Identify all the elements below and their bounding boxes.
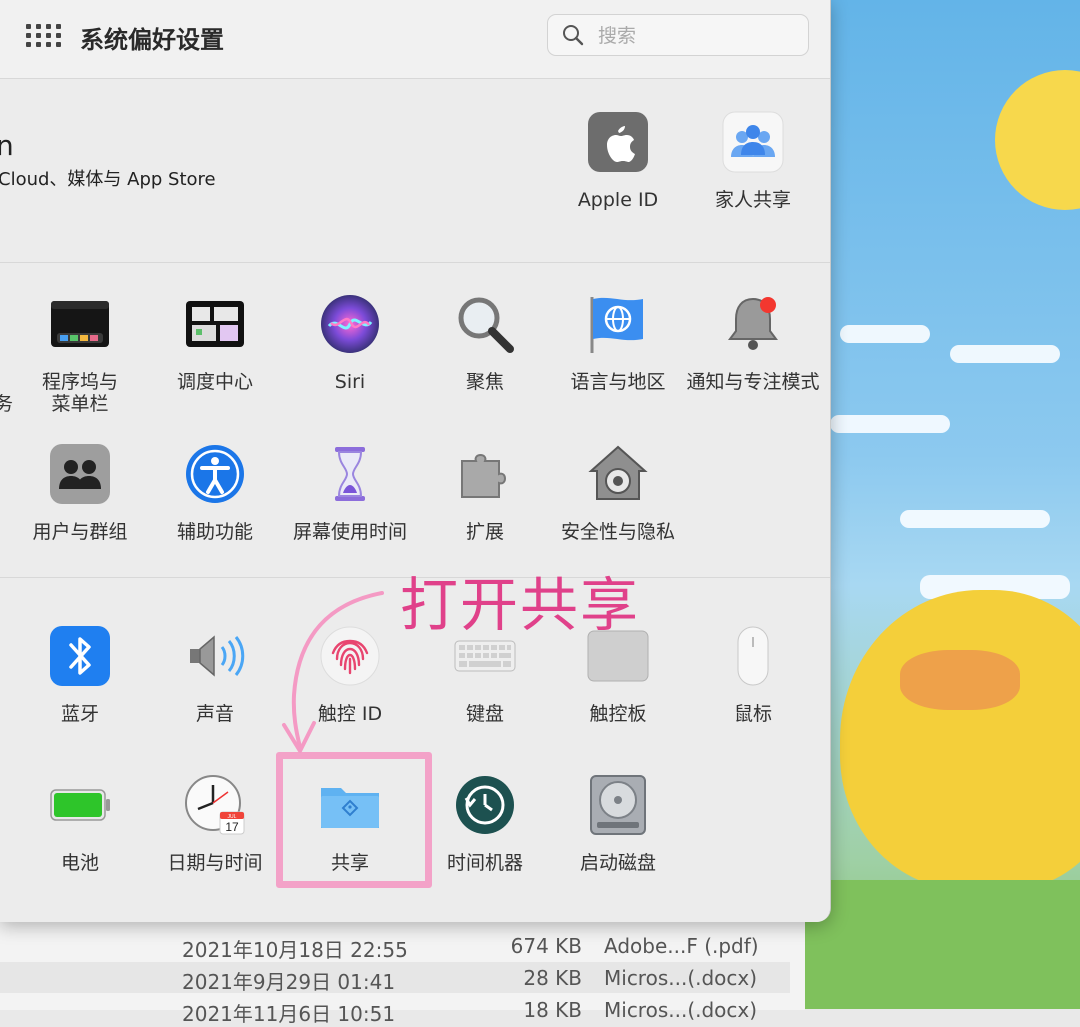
window-title: 系统偏好设置 [80,26,224,54]
pref-label: 聚焦 [465,371,504,393]
pref-family-sharing[interactable]: 家人共享 [688,111,818,211]
wallpaper-sun [995,70,1080,210]
wallpaper-duck-beak [900,650,1020,710]
pref-sound[interactable]: 声音 [150,625,280,725]
file-size: 674 KB [510,934,582,958]
account-name: n [0,129,14,162]
pref-mouse[interactable]: 鼠标 [688,625,818,725]
search-box[interactable] [547,14,809,56]
pref-battery[interactable]: 电池 [15,774,145,874]
pref-security-privacy[interactable]: 安全性与隐私 [553,443,683,543]
search-input[interactable] [596,21,800,51]
pref-label: 触控板 [589,703,647,725]
siri-icon [321,295,379,353]
mission-control-icon [186,301,244,347]
pref-label: 调度中心 [176,371,253,393]
pref-label: 时间机器 [446,852,523,874]
pref-label: 声音 [195,703,234,725]
speaker-icon [190,635,245,677]
pref-label: 通知与专注模式 [686,371,820,393]
pref-label: 日期与时间 [167,852,263,874]
time-machine-icon [456,776,514,834]
pref-label: 键盘 [465,703,504,725]
file-size: 18 KB [523,998,582,1022]
pref-label: 安全性与隐私 [560,521,675,543]
account-section: n Cloud、媒体与 App Store Apple ID 家人共享 [0,79,830,263]
dock-icon [51,301,109,347]
account-subtitle: Cloud、媒体与 App Store [0,169,216,190]
finder-file-list: 2021年10月18日 22:55 674 KB Adobe...F (.pdf… [0,920,805,1026]
pref-date-time[interactable]: JUL 17 日期与时间 [150,774,280,874]
bluetooth-icon [50,626,110,686]
wallpaper-cloud [950,345,1060,363]
pref-label: 蓝牙 [60,703,99,725]
pref-label: 扩展 [465,521,504,543]
hourglass-icon [335,447,365,501]
file-row[interactable]: 2021年9月29日 01:41 28 KB Micros...(.docx) [0,962,790,994]
wallpaper-grass [800,880,1080,1009]
pref-bluetooth[interactable]: 蓝牙 [15,625,145,725]
bell-icon [728,297,778,350]
pref-time-machine[interactable]: 时间机器 [420,774,550,874]
calendar-day: 17 [225,820,239,834]
clock-icon: JUL 17 [185,775,245,835]
pref-language-region[interactable]: 语言与地区 [553,293,683,393]
file-kind: Micros...(.docx) [604,966,758,990]
file-row[interactable]: 2021年11月6日 10:51 18 KB Micros...(.docx) [0,994,790,1026]
file-kind: Adobe...F (.pdf) [604,934,759,958]
apple-id-icon [588,112,648,172]
desktop-wallpaper [800,0,1080,1009]
pref-notifications-focus[interactable]: 通知与专注模式 [686,293,820,393]
wallpaper-duck [840,590,1080,890]
users-icon [50,444,110,504]
show-all-grid-icon[interactable] [26,24,61,48]
file-date: 2021年9月29日 01:41 [182,970,396,994]
annotation-arrow-icon [282,591,384,753]
file-row[interactable]: 2021年10月18日 22:55 674 KB Adobe...F (.pdf… [0,930,790,962]
pref-label: 程序坞与 菜单栏 [41,371,118,415]
clipped-label: 务 [0,389,13,416]
pref-siri[interactable]: Siri [285,293,415,393]
file-date: 2021年11月6日 10:51 [182,1002,396,1026]
preferences-section-general: 务 程序坞与 菜单栏 调度中心 [0,263,830,578]
house-lock-icon [588,445,648,500]
titlebar: 系统偏好设置 [0,0,830,79]
pref-label: 辅助功能 [176,521,253,543]
pref-label: 用户与群组 [32,521,128,543]
file-date: 2021年10月18日 22:55 [182,938,408,962]
pref-label: Apple ID [577,189,659,211]
pref-accessibility[interactable]: 辅助功能 [150,443,280,543]
annotation-highlight-box [276,752,432,888]
wallpaper-cloud [830,415,950,433]
wallpaper-cloud [900,510,1050,528]
disk-icon [590,775,646,835]
pref-label: 电池 [60,852,99,874]
battery-icon [50,789,110,821]
search-icon [563,25,584,46]
pref-label: 鼠标 [733,703,772,725]
pref-startup-disk[interactable]: 启动磁盘 [553,774,683,874]
file-size: 28 KB [523,966,582,990]
accessibility-icon [186,445,244,503]
pref-label: 语言与地区 [570,371,666,393]
pref-users-groups[interactable]: 用户与群组 [15,443,145,543]
pref-screen-time[interactable]: 屏幕使用时间 [285,443,415,543]
pref-extensions[interactable]: 扩展 [420,443,550,543]
spotlight-icon [458,297,514,353]
wallpaper-cloud [840,325,930,343]
pref-dock-menubar[interactable]: 程序坞与 菜单栏 [15,293,145,415]
file-kind: Micros...(.docx) [604,998,758,1022]
pref-label: 启动磁盘 [579,852,656,874]
pref-apple-id[interactable]: Apple ID [553,111,683,211]
mouse-icon [737,626,769,686]
pref-mission-control[interactable]: 调度中心 [150,293,280,393]
pref-label: 屏幕使用时间 [292,521,407,543]
pref-label: Siri [334,371,366,393]
pref-spotlight[interactable]: 聚焦 [420,293,550,393]
puzzle-icon [461,454,506,498]
pref-label: 家人共享 [714,189,791,211]
family-sharing-icon [722,111,784,173]
annotation-text: 打开共享 [400,571,641,639]
globe-flag-icon [590,297,643,353]
